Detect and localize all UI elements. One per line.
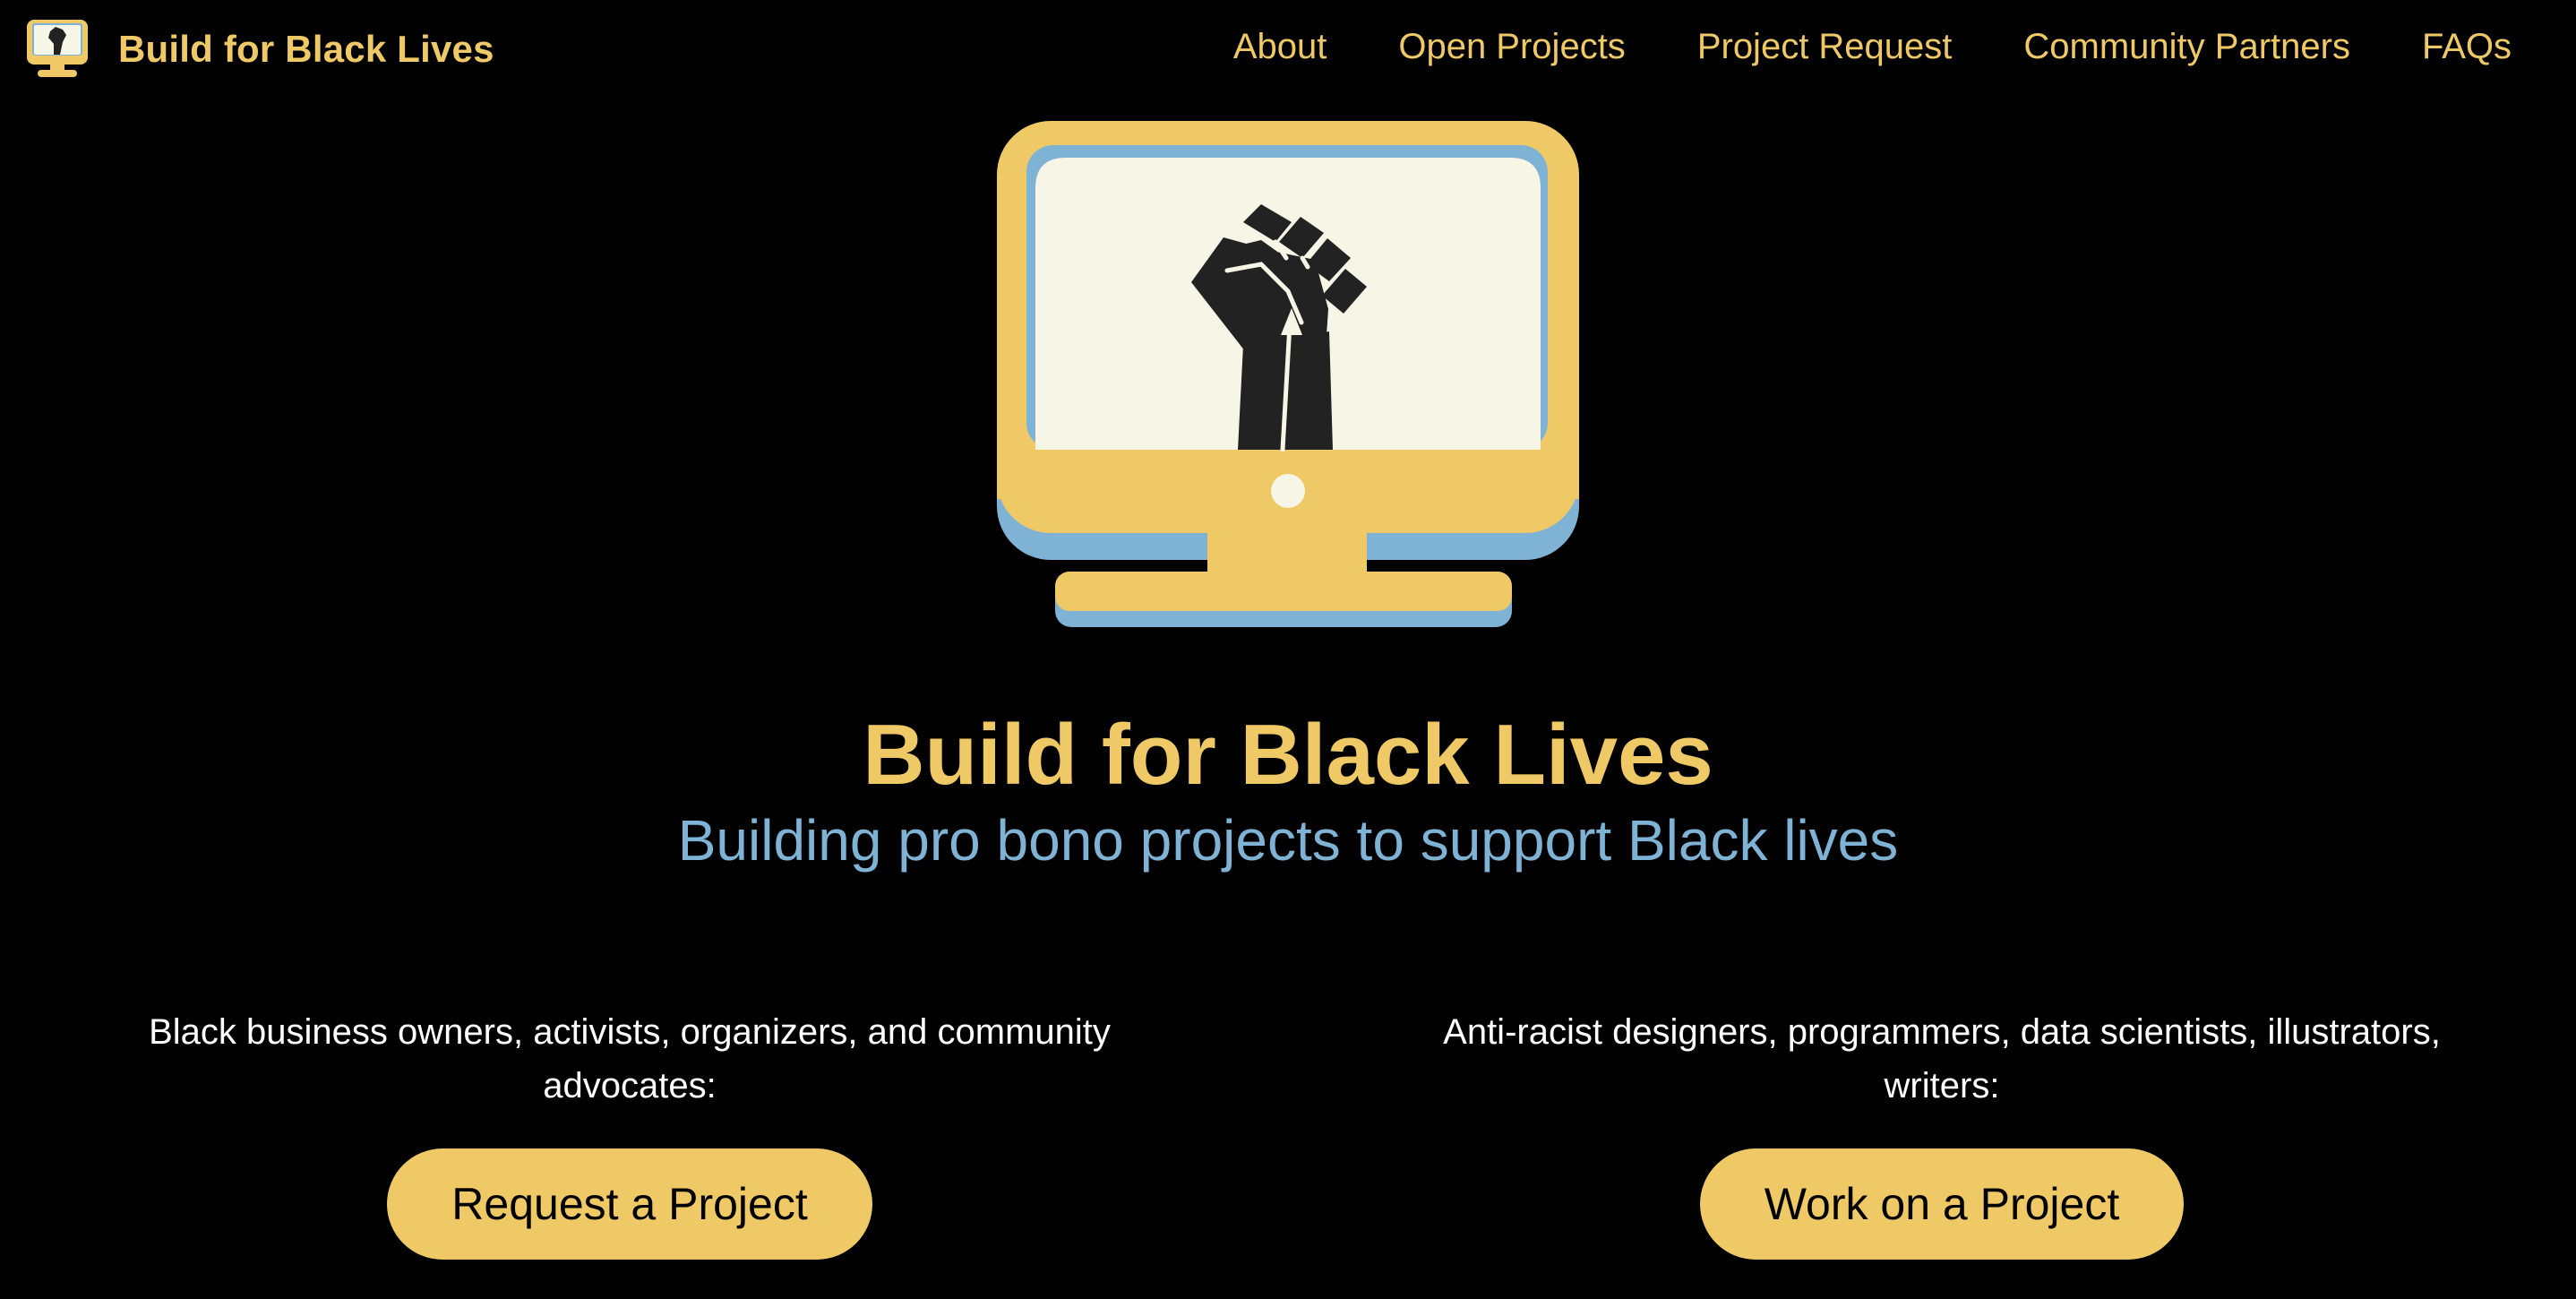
nav-item-faqs[interactable]: FAQs (2422, 27, 2512, 67)
nav-item-about[interactable]: About (1233, 27, 1327, 67)
brand-home-link[interactable]: Build for Black Lives (25, 18, 494, 81)
request-project-button[interactable]: Request a Project (387, 1148, 872, 1260)
hero-title: Build for Black Lives (863, 707, 1713, 803)
hero-subtitle: Building pro bono projects to support Bl… (677, 808, 1899, 873)
nav-item-open-projects[interactable]: Open Projects (1398, 27, 1625, 67)
nav-item-community-partners[interactable]: Community Partners (2023, 27, 2350, 67)
cta-volunteer-section: Anti-racist designers, programmers, data… (1404, 1005, 2479, 1260)
cta-volunteer-description: Anti-racist designers, programmers, data… (1443, 1012, 2441, 1105)
work-on-project-button[interactable]: Work on a Project (1699, 1148, 2185, 1260)
main-nav: About Open Projects Project Request Comm… (1233, 27, 2512, 67)
top-navigation-bar: Build for Black Lives About Open Project… (0, 0, 2576, 100)
brand-name: Build for Black Lives (118, 28, 494, 70)
cta-request-section: Black business owners, activists, organi… (92, 1005, 1167, 1260)
monitor-raised-fist-icon (997, 121, 1579, 627)
monitor-fist-icon (27, 20, 88, 77)
nav-item-project-request[interactable]: Project Request (1697, 27, 1953, 67)
cta-request-description: Black business owners, activists, organi… (149, 1012, 1111, 1105)
